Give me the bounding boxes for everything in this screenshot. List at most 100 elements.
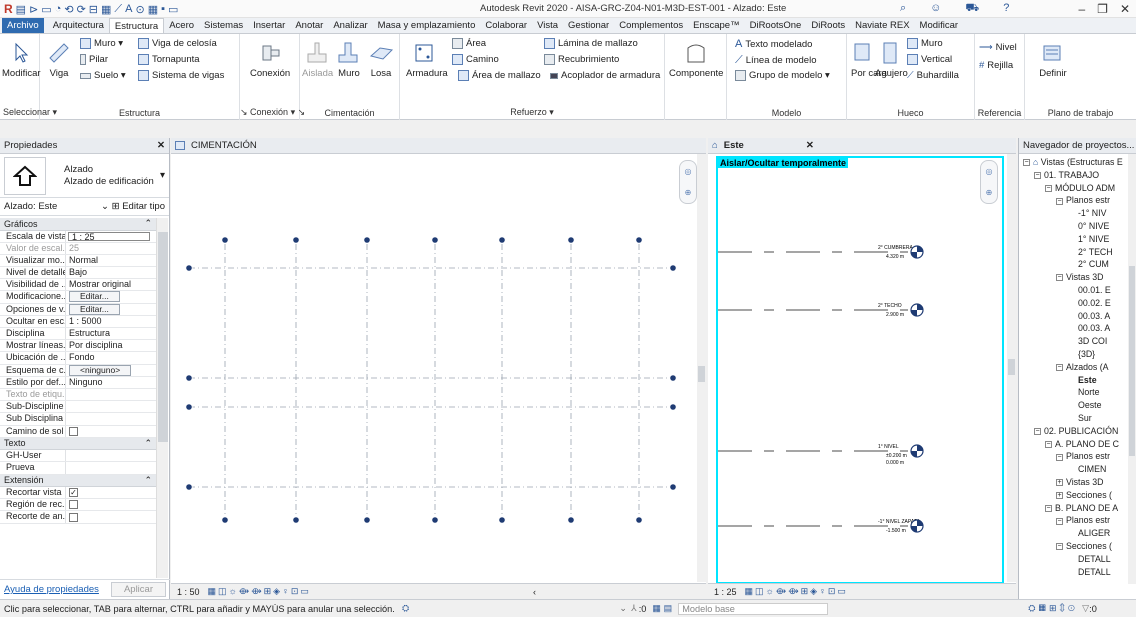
expand-icon[interactable]: + — [1056, 479, 1063, 487]
browser-node[interactable]: −02. PUBLICACIÓN — [1034, 425, 1118, 437]
conexion-button[interactable]: Conexión — [250, 40, 290, 79]
collapse-icon[interactable]: − — [1056, 197, 1063, 205]
area-mallazo-button[interactable]: Área de mallazo — [458, 70, 541, 81]
property-checkbox[interactable]: ✓ — [69, 488, 78, 498]
section-icon[interactable]: ▦ — [148, 3, 158, 16]
collapse-icon[interactable]: − — [1056, 543, 1063, 551]
type-selector[interactable]: Alzado Alzado de edificación ▾ — [0, 154, 169, 198]
worksharing-icon[interactable]: ⛭ — [402, 603, 409, 614]
level-head-icon[interactable] — [910, 303, 924, 317]
collapse-icon[interactable]: − — [1056, 274, 1063, 282]
collapse-icon[interactable]: − — [1045, 184, 1052, 192]
por-cara-button[interactable]: Por cara — [851, 40, 887, 79]
minimize-icon[interactable]: – — [1078, 2, 1085, 16]
navigation-bar[interactable]: ◎ ⊕ — [679, 160, 697, 204]
revit-logo-icon[interactable]: R — [4, 2, 13, 16]
folder-icon[interactable]: ⊳ — [29, 3, 38, 16]
help-icon[interactable]: ? — [1003, 2, 1009, 16]
browser-node[interactable]: 00.03. A — [1078, 322, 1110, 334]
hueco-muro-button[interactable]: Muro — [907, 38, 943, 49]
linea-modelo-button[interactable]: ⟋ Línea de modelo — [735, 54, 816, 67]
close-icon[interactable]: ✕ — [157, 140, 165, 151]
property-value[interactable]: 1 : 25 — [68, 231, 150, 241]
tab-estructura[interactable]: Estructura — [108, 18, 165, 33]
property-button[interactable]: <ninguno> — [69, 364, 132, 376]
edit-type-button[interactable]: ⌄ ⊞ Editar tipo — [101, 201, 165, 212]
view-este[interactable]: ⌂ Este ✕ Aislar/Ocultar temporalmente 2°… — [708, 138, 1016, 599]
losa-button[interactable]: Losa — [366, 40, 396, 79]
modificar-button[interactable]: Modificar — [2, 40, 41, 79]
property-value[interactable] — [66, 462, 156, 473]
user-icon[interactable]: ☺ — [930, 2, 941, 16]
browser-node[interactable]: DETALL — [1078, 566, 1111, 578]
property-value[interactable] — [66, 401, 156, 412]
view-control-icons[interactable]: ▦◫☼⟴⟴⊞◈♀⊡▭ — [208, 586, 311, 597]
level-head-icon[interactable] — [910, 245, 924, 259]
property-value[interactable]: 25 — [66, 243, 156, 254]
level-head-icon[interactable] — [910, 519, 924, 533]
property-value[interactable]: Estructura — [66, 328, 156, 339]
recubrimiento-button[interactable]: Recubrimiento — [544, 54, 619, 65]
browser-node[interactable]: 00.01. E — [1078, 284, 1111, 296]
property-value[interactable] — [66, 499, 156, 510]
componente-button[interactable]: Componente — [669, 40, 723, 79]
properties-help-link[interactable]: Ayuda de propiedades — [4, 584, 99, 595]
property-value[interactable]: Ninguno — [66, 377, 156, 388]
browser-node[interactable]: 0° NIVE — [1078, 220, 1109, 232]
tab-archivo[interactable]: Archivo — [2, 18, 44, 33]
tab-masa-y-emplazamiento[interactable]: Masa y emplazamiento — [373, 18, 481, 33]
browser-node[interactable]: − Secciones ( — [1056, 540, 1112, 552]
save-icon[interactable]: ▭ — [41, 3, 51, 16]
view-tab-cimentacion[interactable]: CIMENTACIÓN — [171, 138, 706, 154]
chevron-down-icon[interactable]: ⌄ — [619, 603, 627, 614]
browser-node[interactable]: − Planos estr — [1056, 194, 1110, 206]
group-texto[interactable]: Texto ⌃ — [0, 437, 156, 451]
filter-icon[interactable]: ▽ — [1082, 603, 1089, 614]
tornapunta-button[interactable]: Tornapunta — [138, 54, 200, 65]
project-browser-scrollbar[interactable] — [1128, 154, 1136, 584]
collapse-icon[interactable]: − — [1045, 504, 1052, 512]
browser-node[interactable]: − Vistas 3D — [1056, 271, 1104, 283]
group-graficos[interactable]: Gráficos ⌃ — [0, 218, 156, 231]
browser-node[interactable]: 1° NIVE — [1078, 233, 1109, 245]
property-value[interactable]: Editar... — [66, 303, 156, 315]
muro-button[interactable]: Muro ▾ — [80, 38, 123, 49]
browser-node[interactable]: Este — [1078, 374, 1097, 386]
viga-celosia-button[interactable]: Viga de celosía — [138, 38, 217, 49]
properties-scrollbar[interactable] — [156, 218, 168, 578]
undo-icon[interactable]: ⟲ — [64, 3, 73, 16]
tab-sistemas[interactable]: Sistemas — [199, 18, 248, 33]
navigation-bar[interactable]: ◎ ⊕ — [980, 160, 998, 204]
browser-node[interactable]: − MÓDULO ADM — [1045, 182, 1115, 194]
browser-node[interactable]: 2° CUM — [1078, 258, 1109, 270]
browser-node[interactable]: − B. PLANO DE A — [1045, 502, 1118, 514]
collapse-icon[interactable]: − — [1056, 517, 1063, 525]
panel-label-refuerzo[interactable]: Refuerzo ▾ — [400, 107, 664, 118]
tab-anotar[interactable]: Anotar — [290, 18, 328, 33]
elevation-canvas[interactable]: 2° CUMBRERA 4.320 m 2° TECHO 2.900 m 1° NIVE… — [708, 154, 1016, 582]
panel-label-seleccionar[interactable]: Seleccionar ▾ — [0, 107, 57, 118]
browser-node[interactable]: 00.02. E — [1078, 297, 1111, 309]
print-icon[interactable]: ⊟ — [89, 3, 98, 16]
suelo-button[interactable]: Suelo ▾ — [80, 70, 126, 81]
browser-node[interactable]: Oeste — [1078, 399, 1101, 411]
view-control-icons[interactable]: ▦◫☼⟴⟴⊞◈♀⊡▭ — [745, 586, 848, 597]
view2-vscrollbar[interactable] — [1007, 154, 1016, 582]
view1-vscrollbar[interactable] — [697, 154, 706, 582]
sync-icon[interactable]: ◔ — [55, 3, 62, 15]
property-value[interactable]: Normal — [66, 255, 156, 266]
property-value[interactable]: Por disciplina — [66, 340, 156, 351]
area-button[interactable]: Área — [452, 38, 486, 49]
browser-node[interactable]: 00.03. A — [1078, 310, 1110, 322]
property-value[interactable] — [66, 511, 156, 522]
instance-filter[interactable]: Alzado: Este — [4, 201, 57, 212]
viga-button[interactable]: Viga — [46, 40, 72, 79]
level-head-icon[interactable] — [910, 444, 924, 458]
tab-gestionar[interactable]: Gestionar — [563, 18, 614, 33]
browser-node[interactable]: + Secciones ( — [1056, 489, 1112, 501]
restore-icon[interactable]: ❐ — [1097, 2, 1108, 16]
group-extension[interactable]: Extensión ⌃ — [0, 474, 156, 488]
collapse-icon[interactable]: − — [1023, 159, 1030, 167]
definir-button[interactable]: Definir — [1033, 40, 1073, 79]
expand-icon[interactable]: + — [1056, 491, 1063, 499]
